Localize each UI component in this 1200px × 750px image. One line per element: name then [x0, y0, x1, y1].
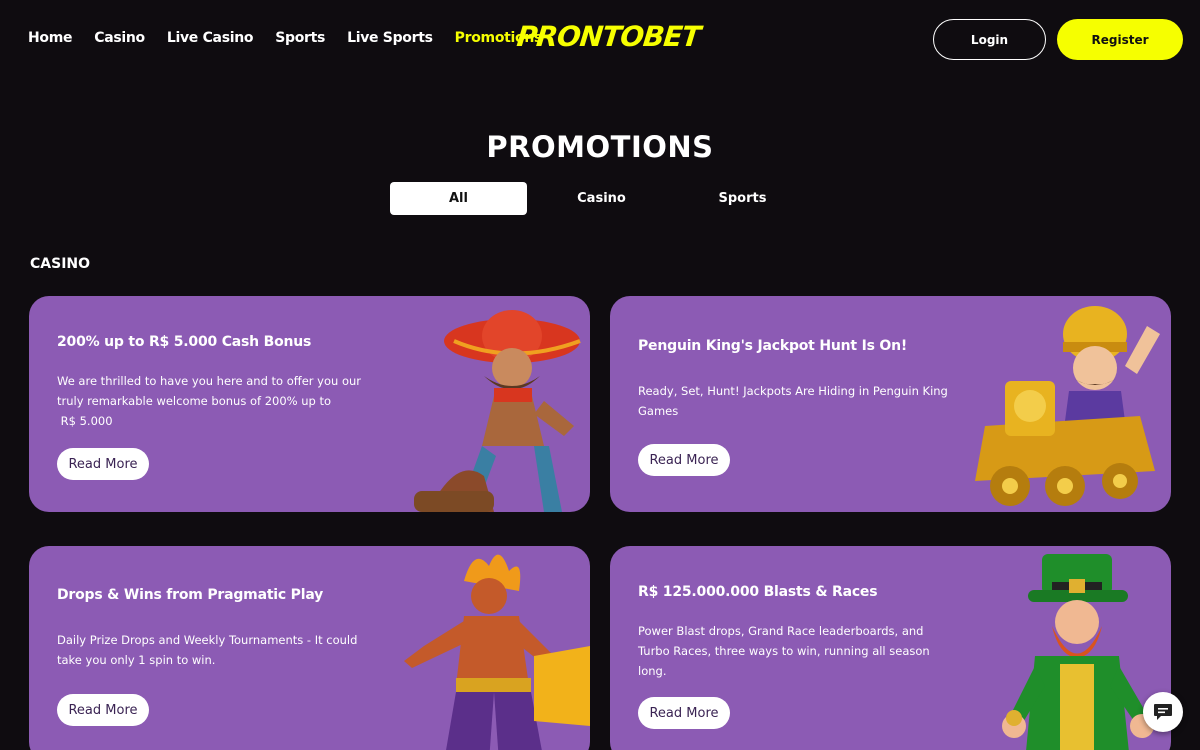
- promo-card-cash-bonus: 200% up to R$ 5.000 Cash Bonus We are th…: [29, 296, 590, 512]
- promo-title: 200% up to R$ 5.000 Cash Bonus: [57, 334, 312, 350]
- main-nav: Home Casino Live Casino Sports Live Spor…: [28, 30, 542, 46]
- promo-description-line: long.: [638, 664, 667, 678]
- tab-casino[interactable]: Casino: [531, 182, 672, 215]
- register-button[interactable]: Register: [1057, 19, 1183, 60]
- promo-description: Daily Prize Drops and Weekly Tournaments…: [57, 630, 377, 670]
- tab-all[interactable]: All: [390, 182, 527, 215]
- promo-tabs: All Casino Sports: [390, 182, 813, 215]
- brand-logo[interactable]: PRONTOBET: [515, 20, 701, 53]
- read-more-button[interactable]: Read More: [638, 444, 730, 476]
- login-button[interactable]: Login: [933, 19, 1046, 60]
- promo-description-line: R$ 5.000: [57, 414, 113, 428]
- promo-description: We are thrilled to have you here and to …: [57, 371, 377, 431]
- promo-title: R$ 125.000.000 Blasts & Races: [638, 584, 878, 600]
- promo-description-line: Turbo Races, three ways to win, running …: [638, 644, 930, 658]
- tab-sports[interactable]: Sports: [672, 182, 813, 215]
- section-heading: CASINO: [30, 256, 91, 272]
- promo-description-line: take you only 1 spin to win.: [57, 653, 216, 667]
- promo-card-blasts-races: R$ 125.000.000 Blasts & Races Power Blas…: [610, 546, 1171, 750]
- nav-live-sports[interactable]: Live Sports: [347, 30, 433, 46]
- promo-description-line: Daily Prize Drops and Weekly Tournaments…: [57, 633, 358, 647]
- read-more-button[interactable]: Read More: [57, 448, 149, 480]
- nav-sports[interactable]: Sports: [275, 30, 325, 46]
- promo-description-line: We are thrilled to have you here and to …: [57, 374, 361, 388]
- promo-title: Penguin King's Jackpot Hunt Is On!: [638, 338, 908, 354]
- promo-description: Ready, Set, Hunt! Jackpots Are Hiding in…: [638, 381, 948, 421]
- chat-icon: [1154, 704, 1172, 720]
- promo-description-line: Games: [638, 404, 679, 418]
- promo-description-line: Ready, Set, Hunt! Jackpots Are Hiding in…: [638, 384, 948, 398]
- nav-home[interactable]: Home: [28, 30, 73, 46]
- chat-button[interactable]: [1143, 692, 1183, 732]
- promo-description: Power Blast drops, Grand Race leaderboar…: [638, 621, 958, 681]
- nav-casino[interactable]: Casino: [94, 30, 145, 46]
- read-more-button[interactable]: Read More: [57, 694, 149, 726]
- page-title: PROMOTIONS: [486, 130, 714, 164]
- golden-train-character-icon: [975, 306, 1160, 506]
- nav-live-casino[interactable]: Live Casino: [167, 30, 254, 46]
- promo-description-line: truly remarkable welcome bonus of 200% u…: [57, 394, 332, 408]
- promo-card-penguin-king: Penguin King's Jackpot Hunt Is On! Ready…: [610, 296, 1171, 512]
- fire-warrior-character-icon: [404, 554, 590, 750]
- promo-description-line: Power Blast drops, Grand Race leaderboar…: [638, 624, 924, 638]
- promo-card-drops-wins: Drops & Wins from Pragmatic Play Daily P…: [29, 546, 590, 750]
- read-more-button[interactable]: Read More: [638, 697, 730, 729]
- promo-title: Drops & Wins from Pragmatic Play: [57, 587, 324, 603]
- cowboy-character-icon: [414, 310, 581, 512]
